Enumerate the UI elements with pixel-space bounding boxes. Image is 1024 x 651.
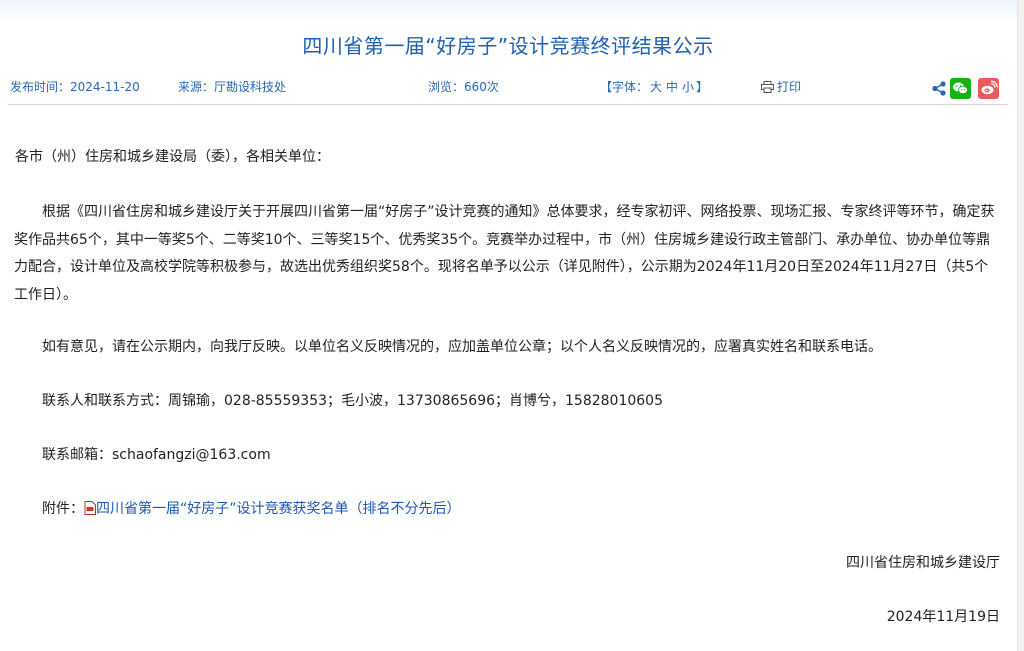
contact-info: 联系人和联系方式：周锦瑜，028-85559353；毛小波，1373086569… bbox=[42, 393, 663, 409]
paragraph-main: 根据《四川省住房和城乡建设厅关于开展四川省第一届“好房子”设计竞赛的通知》总体要… bbox=[14, 204, 995, 303]
paragraph-feedback: 如有意见，请在公示期内，向我厅反映。以单位名义反映情况的，应加盖单位公章；以个人… bbox=[42, 339, 882, 355]
view-count: 浏览：660次 bbox=[428, 80, 499, 94]
wechat-icon[interactable] bbox=[950, 78, 971, 99]
article-source: 来源：厅勘设科技处 bbox=[178, 80, 287, 94]
page-title: 四川省第一届“好房子”设计竞赛终评结果公示 bbox=[302, 34, 714, 58]
print-button[interactable]: 打印 bbox=[761, 78, 801, 96]
attachment-label: 附件： bbox=[42, 501, 84, 517]
attachment-link[interactable]: 四川省第一届“好房子”设计竞赛获奖名单（排名不分先后） bbox=[96, 501, 461, 517]
pdf-file-icon bbox=[84, 501, 96, 519]
font-small-button[interactable]: 小 bbox=[682, 80, 694, 94]
top-band bbox=[0, 0, 1024, 24]
greeting: 各市（州）住房和城乡建设局（委），各相关单位： bbox=[15, 149, 330, 165]
weibo-icon[interactable] bbox=[978, 78, 999, 99]
issuer-signature: 四川省住房和城乡建设厅 bbox=[846, 555, 1000, 571]
font-large-button[interactable]: 大 bbox=[650, 80, 662, 94]
share-icon[interactable] bbox=[932, 81, 946, 99]
font-size-switcher: 【字体：大中小】 bbox=[600, 78, 708, 95]
contact-email: 联系邮箱：schaofangzi@163.com bbox=[42, 447, 271, 463]
scrollbar[interactable] bbox=[1017, 0, 1024, 651]
font-medium-button[interactable]: 中 bbox=[666, 80, 678, 94]
article-meta-bar: 发布时间：2024-11-20 来源：厅勘设科技处 浏览：660次 【字体：大中… bbox=[8, 70, 1008, 105]
issue-date: 2024年11月19日 bbox=[886, 609, 1000, 625]
printer-icon bbox=[761, 81, 774, 96]
font-bracket-close: 】 bbox=[696, 80, 709, 94]
attachment-row: 附件： 四川省第一届“好房子”设计竞赛获奖名单（排名不分先后） bbox=[42, 498, 461, 519]
publish-time: 发布时间：2024-11-20 bbox=[10, 80, 140, 94]
print-label: 打印 bbox=[777, 80, 802, 94]
font-bracket-open: 【字体： bbox=[600, 80, 649, 94]
